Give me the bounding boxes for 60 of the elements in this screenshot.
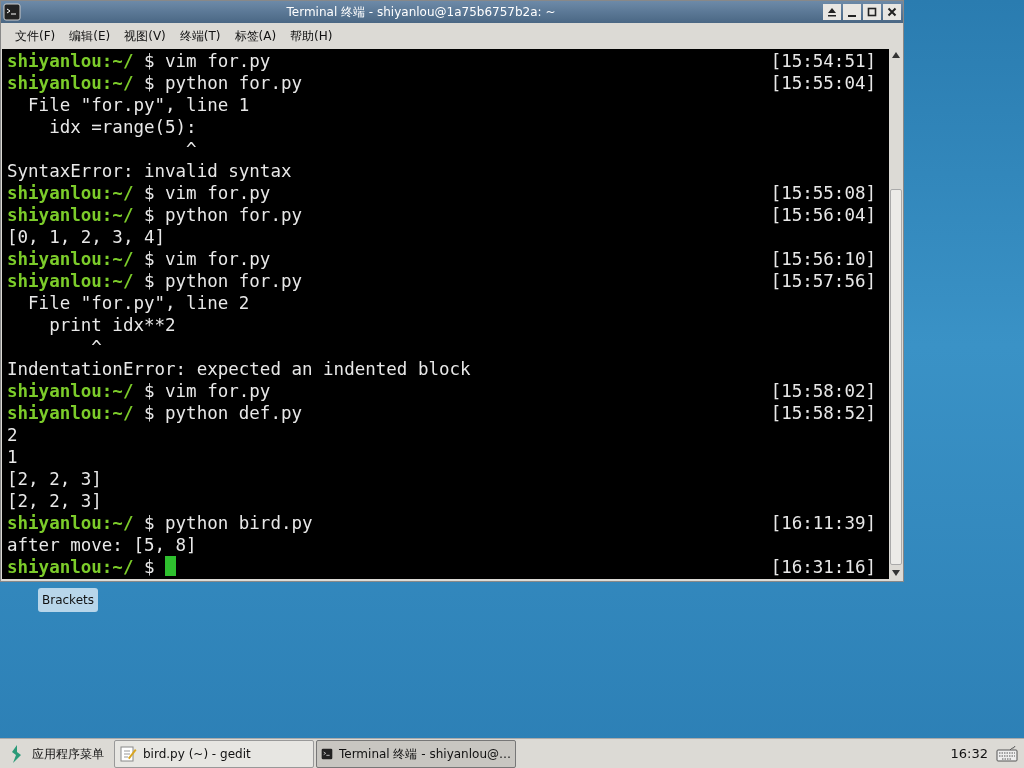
menu-item[interactable]: 标签(A) [228,25,283,47]
scroll-down-icon[interactable] [892,569,900,576]
terminal-line: shiyanlou:~/ $ vim for.py [7,248,271,270]
terminal-line: shiyanlou:~/ $ vim for.py [7,182,271,204]
eject-button[interactable] [823,4,841,20]
timestamp: [15:58:52] [770,402,877,424]
clock: 16:32 [950,744,988,763]
minimize-icon [848,14,856,17]
timestamp: [16:11:39] [770,512,877,534]
close-button[interactable] [883,4,901,20]
terminal-line: ^ [185,138,197,160]
taskbar-button[interactable]: bird.py (~) - gedit [114,739,314,768]
taskbar-button[interactable]: Terminal 终端 - shiyanlou@… [316,739,516,768]
minimize-button[interactable] [843,4,861,20]
timestamp: [15:55:08] [770,182,877,204]
terminal-icon [3,3,21,21]
maximize-icon [867,7,877,17]
timestamp: [15:54:51] [770,50,877,72]
terminal-line: shiyanlou:~/ $ python for.py [7,270,302,292]
window-title: Terminal 终端 - shiyanlou@1a75b6757b2a: ~ [285,4,557,21]
terminal-line: shiyanlou:~/ $ vim for.py [7,380,271,402]
timestamp: [16:31:16] [770,556,877,578]
eject-icon [827,7,837,17]
terminal-line: idx =range(5): [48,116,197,138]
menu-item[interactable]: 帮助(H) [284,25,339,47]
terminal-line: after move: [5, 8] [7,534,197,556]
desktop-icon-label[interactable]: Brackets [38,588,98,612]
menu-item[interactable]: 终端(T) [173,25,227,47]
close-icon [887,7,897,17]
terminal-line: shiyanlou:~/ $ python bird.py [7,512,313,534]
menu-item[interactable]: 编辑(E) [63,25,117,47]
start-menu-button[interactable]: 应用程序菜单 [0,739,114,768]
terminal-line: 1 [7,446,18,468]
terminal-line: [0, 1, 2, 3, 4] [7,226,166,248]
terminal-line: [2, 2, 3] [7,468,102,490]
timestamp: [15:57:56] [770,270,877,292]
menu-item[interactable]: 文件(F) [9,25,62,47]
terminal-line: File "for.py", line 1 [27,94,250,116]
terminal-line: shiyanlou:~/ $ python def.py [7,402,302,424]
terminal-line: SyntaxError: invalid syntax [7,160,292,182]
timestamp: [15:56:04] [770,204,877,226]
timestamp: [15:55:04] [770,72,877,94]
maximize-button[interactable] [863,4,881,20]
terminal-line: IndentationError: expected an indented block [7,358,471,380]
terminal-line: shiyanlou:~/ $ [7,556,156,578]
keyboard-icon[interactable] [996,744,1018,763]
terminal-line: [2, 2, 3] [7,490,102,512]
terminal-line: File "for.py", line 2 [27,292,250,314]
terminal-line: print idx**2 [48,314,176,336]
terminal-line: shiyanlou:~/ $ python for.py [7,204,302,226]
timestamp: [15:58:02] [770,380,877,402]
timestamp: [15:56:10] [770,248,877,270]
scroll-up-icon[interactable] [892,51,900,58]
menu-item[interactable]: 视图(V) [118,25,172,47]
scrollbar[interactable] [889,49,903,579]
terminal-line: shiyanlou:~/ $ vim for.py [7,50,271,72]
text-editor-icon [119,744,137,763]
terminal-line: 2 [7,424,18,446]
terminal-line: ^ [90,336,102,358]
terminal-line: shiyanlou:~/ $ python for.py [7,72,302,94]
